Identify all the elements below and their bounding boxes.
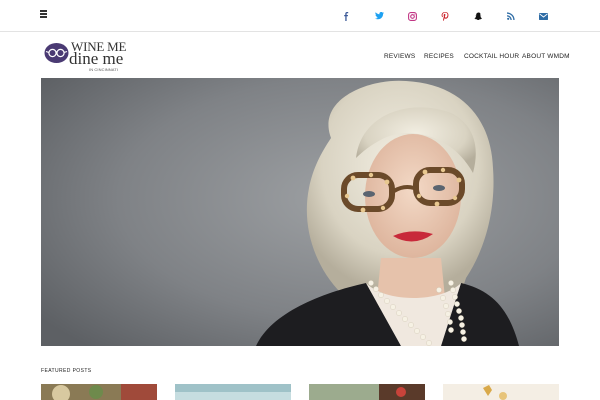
site-header: WINE ME dine me IN CINCINNATI REVIEWS RE… xyxy=(0,33,600,77)
featured-post-1[interactable] xyxy=(41,384,157,400)
pinterest-icon[interactable] xyxy=(437,8,453,24)
top-bar xyxy=(0,0,600,32)
rss-icon[interactable] xyxy=(503,8,519,24)
logo-tagline: IN CINCINNATI xyxy=(89,67,119,72)
facebook-icon[interactable] xyxy=(338,8,354,24)
hamburger-icon[interactable] xyxy=(40,9,50,19)
instagram-icon[interactable] xyxy=(404,8,420,24)
logo-glasses-icon xyxy=(44,43,69,63)
snapchat-icon[interactable] xyxy=(470,8,486,24)
nav-recipes[interactable]: RECIPES xyxy=(424,53,454,60)
site-logo[interactable]: WINE ME dine me IN CINCINNATI xyxy=(42,39,142,72)
featured-post-2[interactable] xyxy=(175,384,291,400)
logo-text-bottom: dine me xyxy=(69,49,124,68)
nav-about[interactable]: ABOUT WMDM xyxy=(522,53,570,60)
featured-posts-heading: FEATURED POSTS xyxy=(41,368,92,374)
hero-portrait-photo[interactable] xyxy=(41,78,559,346)
featured-post-4[interactable] xyxy=(443,384,559,400)
nav-reviews[interactable]: REVIEWS xyxy=(384,53,415,60)
nav-cocktail-hour[interactable]: COCKTAIL HOUR xyxy=(464,53,519,60)
featured-post-3[interactable] xyxy=(309,384,425,400)
twitter-icon[interactable] xyxy=(371,8,387,24)
email-icon[interactable] xyxy=(535,8,551,24)
